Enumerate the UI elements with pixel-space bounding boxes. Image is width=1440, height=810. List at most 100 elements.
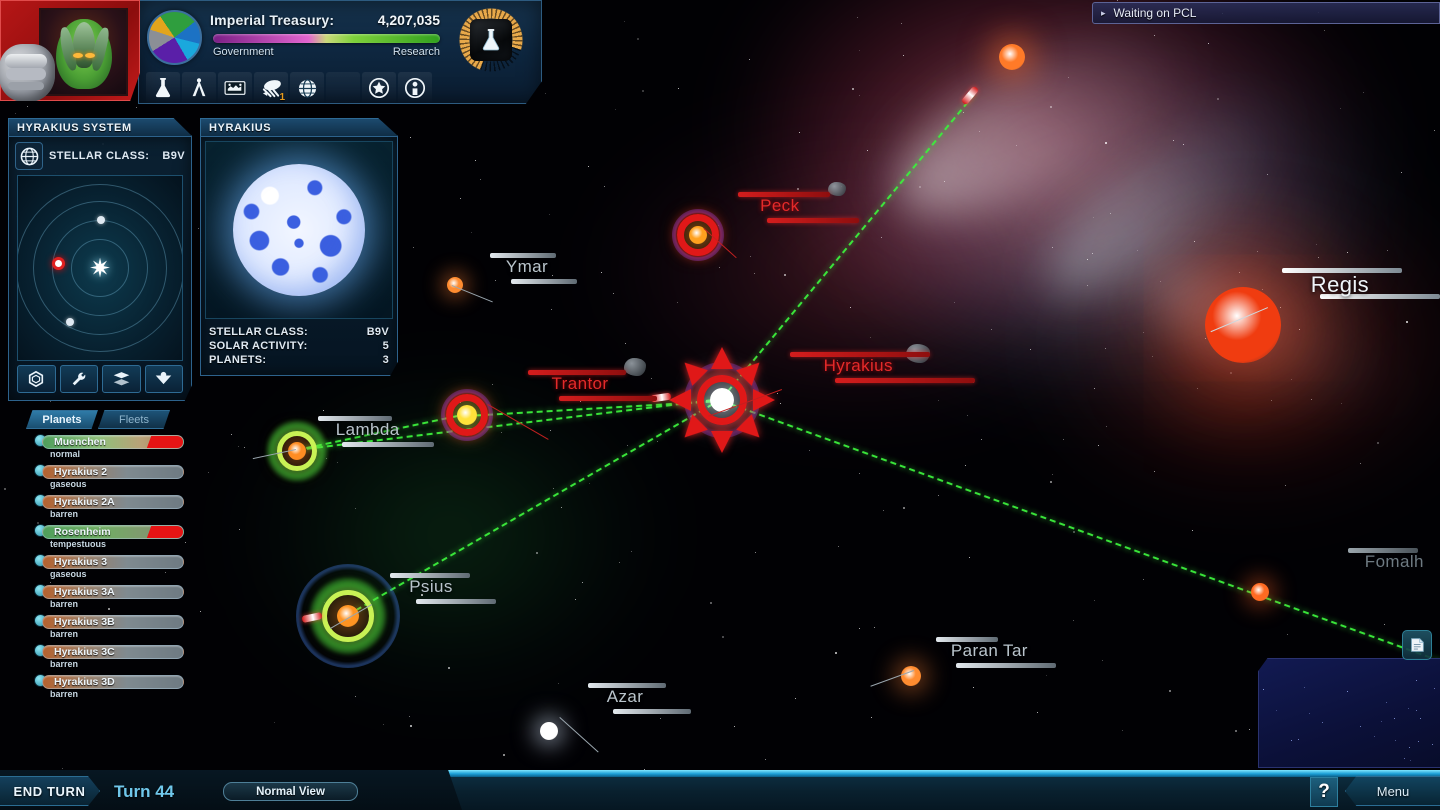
construction-compass-icon[interactable] — [182, 72, 216, 104]
shield-icon — [154, 370, 173, 388]
orbit-diagram[interactable]: ✷ — [17, 175, 183, 361]
selection-spike — [753, 389, 775, 411]
minimap-star — [1434, 688, 1435, 689]
star-point — [62, 768, 63, 769]
star-point — [383, 724, 384, 725]
info-leader-icon[interactable] — [398, 72, 432, 104]
star-point — [619, 562, 620, 563]
star-point — [631, 551, 632, 552]
minimap-star — [1409, 747, 1410, 748]
military-fleet-icon[interactable]: 1 — [254, 72, 288, 104]
star-point — [588, 166, 589, 167]
current-research-button[interactable] — [470, 19, 512, 61]
star-point — [651, 378, 652, 379]
armored-fist-icon — [0, 44, 55, 102]
orbit-planet[interactable] — [66, 318, 74, 326]
star-point — [1197, 388, 1198, 389]
star-stat-row: PLANETS: 3 — [209, 353, 389, 367]
empire-budget-pie-chart[interactable] — [147, 10, 202, 65]
system-fleet-button[interactable] — [102, 365, 141, 393]
star-ymar[interactable] — [447, 277, 463, 293]
notification-banner[interactable]: ▸ Waiting on PCL — [1092, 2, 1440, 24]
minimap-star — [1395, 740, 1396, 741]
star-point — [903, 55, 904, 56]
star-paran-tar[interactable] — [901, 666, 921, 686]
leader-portrait-frame[interactable] — [0, 0, 140, 101]
star-point — [838, 546, 839, 547]
alien-head-icon — [56, 19, 112, 89]
list-item[interactable]: Rosenheim tempestuous — [26, 523, 202, 553]
end-turn-button[interactable]: END TURN — [0, 776, 100, 806]
star-point — [1192, 530, 1193, 531]
star-point — [503, 754, 505, 756]
star-point — [1063, 439, 1064, 440]
star-point — [954, 302, 955, 303]
star-point — [1087, 285, 1088, 286]
galaxy-minimap[interactable] — [1258, 658, 1440, 768]
colonies-globe-icon[interactable] — [290, 72, 324, 104]
star-point — [421, 594, 423, 596]
help-button[interactable]: ? — [1310, 777, 1338, 807]
minimap-star — [1291, 740, 1292, 741]
planet-name: Hyrakius 3D — [43, 676, 115, 688]
system-colony-button[interactable] — [145, 365, 184, 393]
planet-type: barren — [50, 599, 78, 609]
system-overview-button[interactable] — [17, 365, 56, 393]
star-regis[interactable] — [1205, 287, 1281, 363]
system-button-row[interactable] — [9, 365, 191, 400]
star-rating-icon[interactable] — [362, 72, 396, 104]
list-item[interactable]: Hyrakius 2A barren — [26, 493, 202, 523]
list-item[interactable]: Hyrakius 3A barren — [26, 583, 202, 613]
planet-list-panel: Planets Fleets Muenchen normal Hyrakius 2 ga… — [26, 410, 202, 703]
planet-fleet-tabs[interactable]: Planets Fleets — [26, 410, 202, 429]
diplomacy-handshake-icon[interactable] — [218, 72, 252, 104]
star-point — [1341, 403, 1342, 404]
star-point — [1291, 379, 1292, 380]
star-point — [198, 228, 199, 229]
list-item[interactable]: Hyrakius 3C barren — [26, 643, 202, 673]
list-item[interactable]: Hyrakius 3D barren — [26, 673, 202, 703]
star-point — [797, 188, 799, 190]
star-unnamed-top[interactable] — [999, 44, 1025, 70]
star-unnamed-right[interactable] — [1251, 583, 1269, 601]
star-point — [991, 329, 992, 330]
tab-planets[interactable]: Planets — [26, 410, 98, 429]
star-point — [15, 113, 16, 114]
star-point — [973, 382, 974, 383]
star-azar[interactable] — [540, 722, 558, 740]
star-visual — [205, 141, 393, 319]
star-sphere-icon — [233, 164, 365, 296]
star-point — [835, 652, 837, 654]
planet-bar: Hyrakius 3 — [42, 555, 184, 569]
research-flask-icon[interactable] — [146, 72, 180, 104]
wrench-icon — [70, 370, 88, 388]
list-item[interactable]: Muenchen normal — [26, 433, 202, 463]
star-point — [1050, 481, 1052, 483]
asteroid — [624, 358, 646, 376]
tab-fleets[interactable]: Fleets — [98, 410, 170, 429]
map-notes-button[interactable] — [1402, 630, 1432, 660]
star-point — [624, 21, 625, 22]
planet-list[interactable]: Muenchen normal Hyrakius 2 gaseous Hyrakius … — [26, 433, 202, 703]
star-point — [837, 360, 838, 361]
star-point — [981, 439, 982, 440]
star-point — [881, 237, 882, 238]
alien-eye-left-icon — [73, 53, 83, 58]
stellar-class-value: B9V — [162, 150, 185, 162]
list-item[interactable]: Hyrakius 3 gaseous — [26, 553, 202, 583]
menu-button[interactable]: Menu — [1345, 776, 1440, 806]
list-item[interactable]: Hyrakius 2 gaseous — [26, 463, 202, 493]
government-research-slider[interactable] — [213, 34, 440, 43]
star-stat-label: SOLAR ACTIVITY: — [209, 339, 308, 353]
star-point — [1037, 712, 1038, 713]
star-point — [1311, 399, 1312, 400]
star-point — [1360, 463, 1361, 464]
view-mode-selector[interactable]: Normal View — [223, 782, 358, 801]
list-item[interactable]: Hyrakius 3B barren — [26, 613, 202, 643]
hud-icon-row[interactable]: 1 — [146, 72, 432, 104]
alien-eye-right-icon — [85, 53, 95, 58]
system-globe-button[interactable] — [15, 142, 43, 170]
system-build-button[interactable] — [60, 365, 99, 393]
system-psius-green-border — [322, 590, 374, 642]
planet-name: Hyrakius 2 — [43, 466, 107, 478]
